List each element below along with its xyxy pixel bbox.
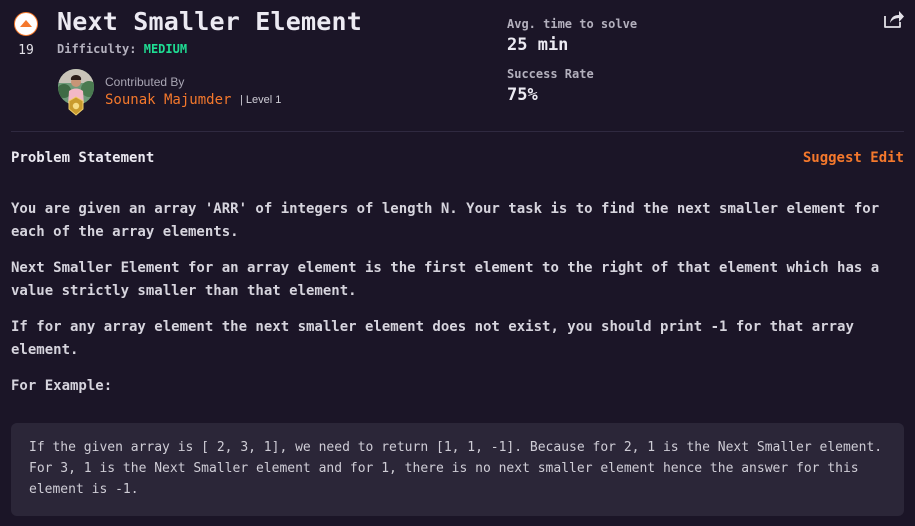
upvote-button[interactable] — [14, 12, 38, 36]
contributor-name-link[interactable]: Sounak Majumder — [105, 92, 231, 108]
statement-paragraph: If for any array element the next smalle… — [11, 319, 854, 358]
level-badge-icon — [68, 96, 84, 116]
suggest-edit-link[interactable]: Suggest Edit — [803, 150, 904, 166]
statement-paragraph: Next Smaller Element for an array elemen… — [11, 260, 880, 299]
problem-statement-heading: Problem Statement — [11, 150, 155, 166]
statement-paragraph: You are given an array 'ARR' of integers… — [11, 201, 880, 240]
difficulty-value: MEDIUM — [143, 42, 188, 56]
problem-title: Next Smaller Element — [57, 7, 363, 36]
contributor-level: | Level 1 — [240, 94, 282, 106]
success-rate-label: Success Rate — [507, 67, 594, 81]
example-text: If the given array is [ 2, 3, 1], we nee… — [29, 440, 883, 497]
avg-time-value: 25 min — [507, 35, 569, 55]
avg-time-label: Avg. time to solve — [507, 17, 638, 31]
header-divider — [11, 131, 904, 132]
difficulty: Difficulty: MEDIUM — [57, 42, 187, 56]
contributed-by-label: Contributed By — [105, 75, 185, 89]
upvote-arrow-icon — [20, 20, 32, 27]
share-icon[interactable] — [883, 9, 905, 29]
upvote-count: 19 — [18, 43, 34, 58]
success-rate-value: 75% — [507, 85, 538, 105]
example-box: If the given array is [ 2, 3, 1], we nee… — [11, 423, 904, 516]
example-heading: For Example: — [11, 378, 113, 394]
difficulty-label: Difficulty: — [57, 42, 137, 56]
